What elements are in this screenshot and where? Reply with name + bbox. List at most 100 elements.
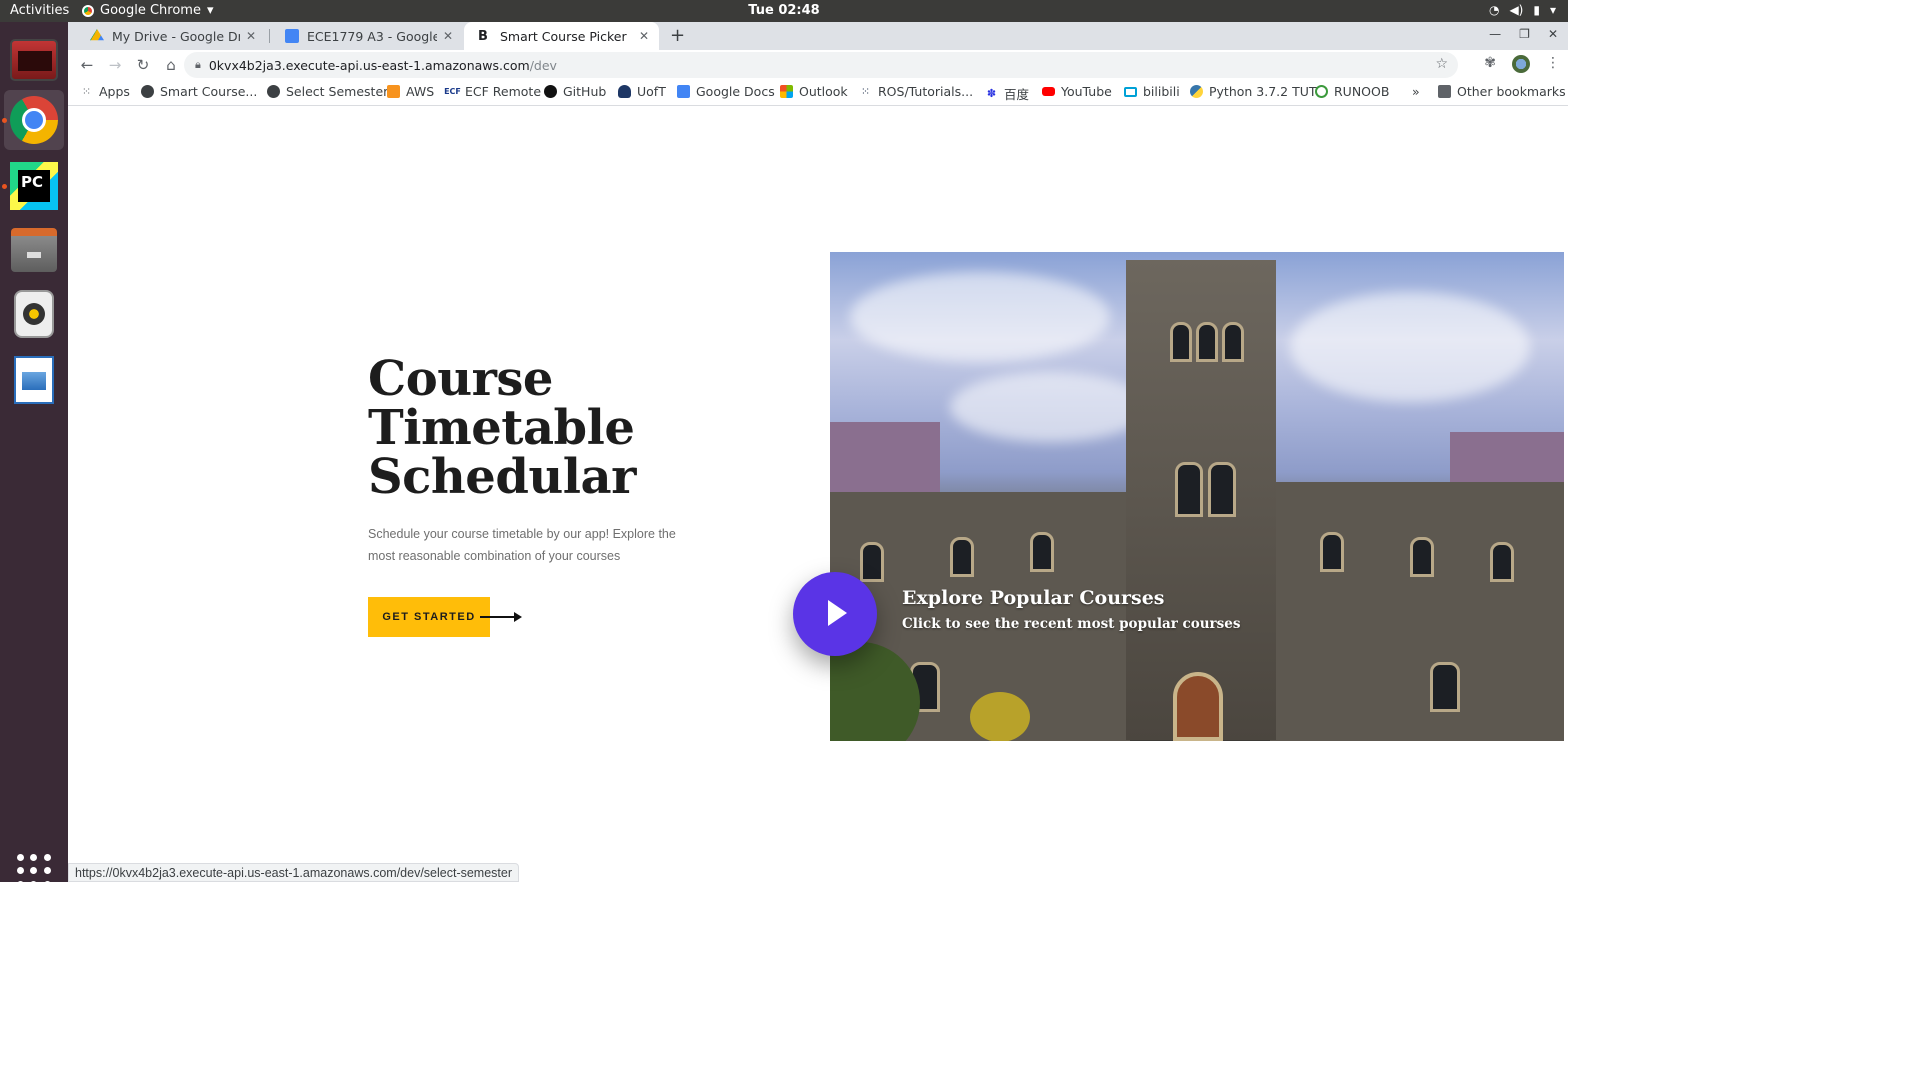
dock-writer[interactable]: [4, 350, 64, 410]
close-icon[interactable]: ✕: [443, 29, 453, 43]
tab-google-drive[interactable]: My Drive - Google Drive ✕: [76, 22, 266, 50]
get-started-button[interactable]: GET STARTED: [368, 597, 490, 637]
hero-title-line: Schedular: [368, 449, 636, 505]
bookmark-label: Outlook: [799, 84, 848, 99]
bookmark-label: GitHub: [563, 84, 607, 99]
bookmark-label: ECF Remote: [465, 84, 542, 99]
close-window-icon[interactable]: ✕: [1548, 27, 1558, 41]
bookmark-label: Apps: [99, 84, 130, 99]
bookmark-outlook[interactable]: Outlook: [780, 84, 848, 99]
hero-title-line: Course: [368, 351, 553, 407]
bookmark-baidu[interactable]: ✽ 百度: [985, 84, 1029, 103]
url-host: 0kvx4b2ja3.execute-api.us-east-1.amazona…: [208, 57, 530, 73]
tab-separator: [269, 29, 270, 43]
bookmarks-bar: ⁙ Apps Smart Course... Select Semester AW…: [68, 80, 1568, 106]
new-tab-button[interactable]: +: [670, 25, 685, 46]
bookmark-python[interactable]: Python 3.7.2 TUT: [1190, 84, 1317, 99]
home-icon[interactable]: ⌂: [158, 56, 184, 74]
chevron-down-icon: ▾: [206, 3, 214, 18]
hero-description: Schedule your course timetable by our ap…: [368, 527, 676, 563]
minimize-icon[interactable]: —: [1489, 27, 1501, 41]
play-button[interactable]: [793, 572, 877, 656]
show-applications-icon[interactable]: [17, 854, 51, 888]
files-icon: [11, 228, 57, 272]
bookmark-label: Other bookmarks: [1457, 84, 1566, 99]
lock-icon[interactable]: 🔒︎: [195, 58, 201, 72]
dock-terminal[interactable]: [4, 30, 64, 90]
browser-toolbar: ← → ↻ ⌂ 🔒︎ 0kvx4b2ja3.execute-api.us-eas…: [68, 50, 1568, 80]
globe-icon: [267, 85, 280, 98]
bookmark-select-semester[interactable]: Select Semester: [267, 84, 388, 99]
running-indicator: [2, 118, 7, 123]
rhythmbox-icon: [14, 290, 54, 338]
bookmark-smart-course[interactable]: Smart Course...: [141, 84, 257, 99]
bookmark-label: Smart Course...: [160, 84, 258, 99]
uoft-icon: [618, 85, 631, 98]
close-icon[interactable]: ✕: [639, 29, 649, 43]
runoob-icon: [1315, 85, 1328, 98]
tab-title: Smart Course Picker: [500, 28, 627, 44]
close-icon[interactable]: ✕: [246, 29, 256, 43]
folder-icon: [1438, 85, 1451, 98]
chrome-icon: [82, 4, 94, 17]
dock: PC: [0, 22, 68, 888]
system-tray[interactable]: ◔ ◀) ▮ ▾: [1489, 3, 1556, 17]
baidu-icon: ✽: [986, 87, 997, 100]
dock-files[interactable]: [4, 220, 64, 280]
arrow-right-icon: [480, 612, 522, 622]
bookmark-ros-tutorials[interactable]: ⁙ ROS/Tutorials...: [859, 84, 973, 99]
reload-icon[interactable]: ↻: [130, 56, 156, 74]
writer-icon: [14, 356, 54, 404]
tab-strip: My Drive - Google Drive ✕ ECE1779 A3 - G…: [68, 22, 1568, 50]
google-docs-icon: [285, 29, 299, 43]
youtube-icon: [1042, 87, 1055, 96]
building-door: [1173, 672, 1223, 741]
app-menu-label: Google Chrome: [100, 3, 201, 18]
globe-icon: [141, 85, 154, 98]
bookmark-star-icon[interactable]: ☆: [1435, 56, 1448, 72]
bookmark-label: AWS: [406, 84, 435, 99]
forward-arrow-icon[interactable]: →: [102, 56, 128, 74]
chevron-down-icon: ▾: [1549, 3, 1556, 17]
battery-icon: ▮: [1533, 3, 1540, 17]
bookmark-label: UofT: [637, 84, 666, 99]
bookmark-bilibili[interactable]: bilibili: [1124, 84, 1180, 99]
dock-pycharm[interactable]: PC: [2, 156, 64, 216]
extension-paw-icon[interactable]: ✾: [1484, 55, 1496, 73]
bookmark-label: 百度: [1004, 87, 1030, 102]
wifi-icon: ◔: [1488, 3, 1500, 17]
chrome-icon: [10, 96, 58, 144]
ecf-icon: ECF: [444, 87, 461, 96]
restore-icon[interactable]: ❐: [1519, 27, 1530, 41]
bookmark-ecf-remote[interactable]: ECF ECF Remote: [444, 84, 542, 99]
bookmark-uoft[interactable]: UofT: [618, 84, 666, 99]
dock-rhythmbox[interactable]: [4, 284, 64, 344]
bookmark-aws[interactable]: AWS: [387, 84, 434, 99]
back-arrow-icon[interactable]: ←: [74, 56, 100, 74]
clock[interactable]: Tue 02:48: [0, 3, 1568, 18]
bookmark-apps[interactable]: ⁙ Apps: [80, 84, 130, 99]
bookmark-label: Select Semester: [286, 84, 389, 99]
overlay-title[interactable]: Explore Popular Courses: [902, 587, 1165, 609]
bookmark-youtube[interactable]: YouTube: [1042, 84, 1112, 99]
menu-kebab-icon[interactable]: ⋮: [1546, 55, 1560, 73]
address-bar[interactable]: 🔒︎ 0kvx4b2ja3.execute-api.us-east-1.amaz…: [184, 52, 1458, 78]
google-drive-icon: [90, 29, 104, 41]
toolbar-right: ✾ ⋮: [1484, 55, 1560, 73]
overlay-subtitle: Click to see the recent most popular cou…: [902, 616, 1241, 632]
profile-avatar[interactable]: [1512, 55, 1530, 73]
bookmark-github[interactable]: GitHub: [544, 84, 606, 99]
tab-title: ECE1779 A3 - Google Docs: [307, 28, 437, 44]
google-docs-icon: [677, 85, 690, 98]
tab-google-docs[interactable]: ECE1779 A3 - Google Docs ✕: [271, 22, 463, 50]
activities-button[interactable]: Activities: [10, 3, 69, 18]
more-bookmarks-button[interactable]: »: [1412, 84, 1420, 99]
bookmark-google-docs[interactable]: Google Docs: [677, 84, 775, 99]
python-icon: [1190, 85, 1203, 98]
dock-chrome[interactable]: [2, 90, 64, 150]
bookmark-runoob[interactable]: RUNOOB: [1315, 84, 1389, 99]
other-bookmarks[interactable]: Other bookmarks: [1438, 84, 1566, 99]
app-menu[interactable]: Google Chrome ▾: [82, 3, 214, 18]
tab-smart-course-picker[interactable]: B Smart Course Picker ✕: [464, 22, 659, 50]
link-status-bar: https://0kvx4b2ja3.execute-api.us-east-1…: [68, 863, 520, 882]
